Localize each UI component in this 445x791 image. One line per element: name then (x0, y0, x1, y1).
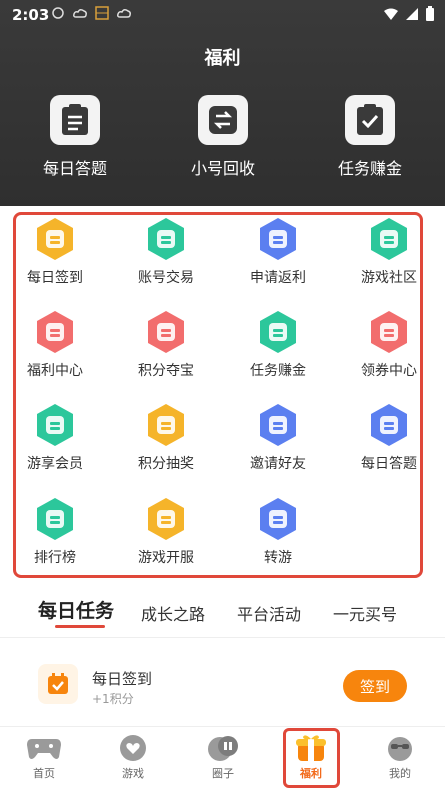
treasure-icon (144, 310, 188, 354)
wifi-icon (383, 7, 399, 25)
divider (0, 637, 445, 638)
nav-label: 圈子 (212, 767, 234, 780)
game-heart-icon (114, 733, 152, 763)
grid-item[interactable]: 游戏社区 (339, 217, 439, 287)
grid-item[interactable]: 每日签到 (5, 217, 105, 287)
grid-item[interactable]: 转游 (228, 497, 328, 567)
quick-account-recycle[interactable]: 小号回收 (158, 95, 288, 179)
grid-item[interactable]: 账号交易 (116, 217, 216, 287)
grid-item-label: 邀请好友 (250, 456, 306, 472)
grid-item-label: 任务赚金 (250, 363, 306, 379)
grid-item[interactable]: 任务赚金 (228, 310, 328, 380)
quick-task-gold[interactable]: 任务赚金 (305, 95, 435, 179)
profile-icon (381, 733, 419, 763)
grid-item-label: 排行榜 (34, 550, 76, 566)
tab-one-yuan-account[interactable]: 一元买号 (333, 601, 397, 625)
grid-item-label: 游戏社区 (361, 270, 417, 286)
notification-icons (50, 5, 132, 21)
grid-item-label: 账号交易 (138, 270, 194, 286)
grid-item[interactable]: 游享会员 (5, 403, 105, 473)
rebate-icon (256, 217, 300, 261)
grid-item-label: 积分夺宝 (138, 363, 194, 379)
grid-item-label: 游戏开服 (138, 550, 194, 566)
cloud-icon (116, 5, 132, 21)
quick-label: 小号回收 (190, 159, 255, 178)
nav-welfare-highlight (283, 728, 340, 788)
tab-growth-path[interactable]: 成长之路 (141, 601, 205, 625)
welfare-icon (33, 310, 77, 354)
grid-item-label: 福利中心 (27, 363, 83, 379)
nav-circle[interactable]: 圈子 (193, 733, 253, 781)
notification-icon (50, 5, 66, 21)
grid-item-label: 申请返利 (250, 270, 306, 286)
nav-games[interactable]: 游戏 (103, 733, 163, 781)
tab-daily-tasks[interactable]: 每日任务 (38, 596, 114, 623)
nav-label: 游戏 (122, 767, 144, 780)
circle-chat-icon (204, 733, 242, 763)
tab-platform-events[interactable]: 平台活动 (237, 601, 301, 625)
ranking-icon (33, 497, 77, 541)
battery-icon (425, 6, 435, 26)
grid-item-label: 每日签到 (27, 270, 83, 286)
task-tabs: 每日任务 成长之路 平台活动 一元买号 (0, 592, 445, 636)
quick-label: 任务赚金 (337, 159, 402, 178)
grid-item-label: 每日答题 (361, 456, 417, 472)
grid-item[interactable]: 申请返利 (228, 217, 328, 287)
server-open-icon (144, 497, 188, 541)
nav-home[interactable]: 首页 (14, 733, 74, 781)
system-icons (383, 6, 435, 26)
quick-daily-quiz[interactable]: 每日答题 (10, 95, 140, 179)
transfer-icon (256, 497, 300, 541)
grid-item[interactable]: 邀请好友 (228, 403, 328, 473)
grid-item-label: 积分抽奖 (138, 456, 194, 472)
nav-mine[interactable]: 我的 (370, 733, 430, 781)
grid-item[interactable]: 领券中心 (339, 310, 439, 380)
task-reward: +1积分 (92, 692, 134, 706)
bottom-nav: 首页 游戏 圈子 福利 我的 (0, 726, 445, 791)
page-title: 福利 (204, 48, 241, 69)
community-icon (367, 217, 411, 261)
trade-icon (144, 217, 188, 261)
quiz-icon (50, 95, 100, 145)
grid-item[interactable]: 积分夺宝 (116, 310, 216, 380)
grid-item-label: 领券中心 (361, 363, 417, 379)
task-row: 每日签到 +1积分 签到 (0, 650, 445, 720)
calendar-check-icon (38, 664, 78, 704)
grid-item-label: 转游 (264, 550, 292, 566)
grid-item[interactable]: 每日答题 (339, 403, 439, 473)
task-name: 每日签到 (92, 670, 153, 688)
grid-icon (94, 5, 110, 21)
grid-item-label: 游享会员 (27, 456, 83, 472)
tab-underline (55, 625, 105, 628)
vip-icon (33, 403, 77, 447)
grid-item[interactable]: 积分抽奖 (116, 403, 216, 473)
lottery-icon (144, 403, 188, 447)
header: 2:03 福利 每日答题 小号回收 任务赚金 (0, 0, 445, 206)
grid-item[interactable]: 排行榜 (5, 497, 105, 567)
sign-in-icon (33, 217, 77, 261)
nav-label: 首页 (33, 767, 55, 780)
nav-label: 我的 (389, 767, 411, 780)
grid-item[interactable]: 游戏开服 (116, 497, 216, 567)
coupon-icon (367, 310, 411, 354)
invite-icon (256, 403, 300, 447)
signal-icon (405, 7, 419, 25)
home-gamepad-icon (25, 733, 63, 763)
status-bar: 2:03 (0, 0, 445, 30)
exchange-icon (198, 95, 248, 145)
status-time: 2:03 (12, 6, 50, 24)
sign-in-button[interactable]: 签到 (343, 670, 407, 702)
cloud-icon (72, 5, 88, 21)
quick-label: 每日答题 (42, 159, 107, 178)
task-icon (256, 310, 300, 354)
daily-quiz-icon (367, 403, 411, 447)
task-check-icon (345, 95, 395, 145)
grid-item[interactable]: 福利中心 (5, 310, 105, 380)
